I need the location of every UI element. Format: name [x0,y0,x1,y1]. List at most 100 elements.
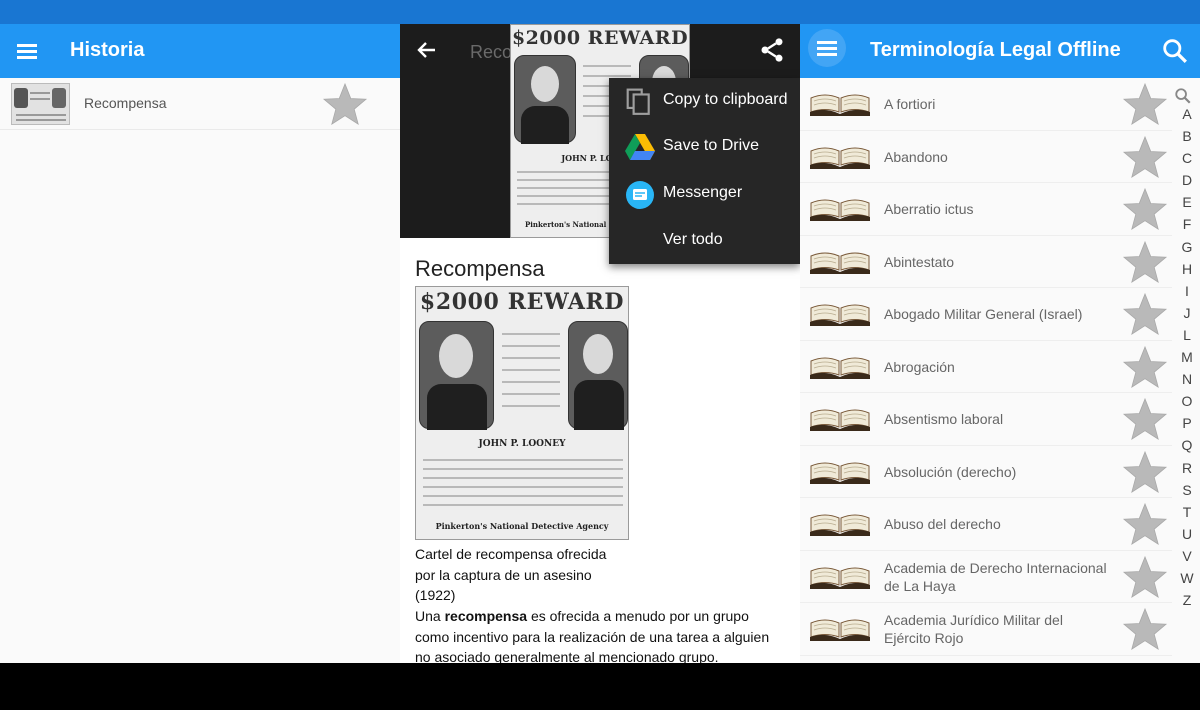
alphabet-letter[interactable]: T [1176,504,1198,526]
term-label-line: Ejército Rojo [884,630,964,646]
favorite-star-icon[interactable] [1122,397,1168,441]
alphabet-letter[interactable]: Q [1176,437,1198,459]
alphabet-letter[interactable]: Z [1176,592,1198,614]
body-text: como incentivo para la realización de un… [415,628,770,645]
alphabet-letter[interactable]: N [1176,371,1198,393]
alphabet-letter[interactable]: E [1176,194,1198,216]
body-text: Una [415,608,445,624]
alphabet-letter[interactable]: P [1176,415,1198,437]
term-label: Abandono [884,148,1120,166]
menu-item-save-drive[interactable]: Save to Drive [609,124,800,170]
alphabet-letter[interactable]: D [1176,172,1198,194]
menu-item-messenger[interactable]: Messenger [609,171,800,217]
book-icon [810,514,870,536]
alphabet-letter[interactable]: H [1176,261,1198,283]
alphabet-letter[interactable]: O [1176,393,1198,415]
term-label: Absentismo laboral [884,410,1120,428]
share-menu: Copy to clipboard Save to Drive Messenge… [609,78,800,264]
messenger-icon [626,181,654,209]
status-bar [0,0,1200,24]
poster-photo-left [419,321,494,430]
term-list-item[interactable]: Abuso del derecho [800,498,1172,551]
poster-headline: $2000 REWARD [419,289,625,315]
favorite-star-icon[interactable] [322,82,368,126]
alphabet-letter[interactable]: R [1176,460,1198,482]
alphabet-letter[interactable]: A [1176,106,1198,128]
list-item-label: Recompensa [84,95,167,111]
menu-item-copy[interactable]: Copy to clipboard [609,78,800,124]
favorite-star-icon[interactable] [1122,607,1168,651]
term-label-line: Abogado Militar General (Israel) [884,306,1083,322]
term-label-line: de La Haya [884,577,956,594]
menu-item-label: Save to Drive [663,137,760,154]
alphabet-letter[interactable]: I [1176,283,1198,305]
favorite-star-icon[interactable] [1122,292,1168,336]
term-label: Academia Jurídico Militar del Ejército Ro… [884,611,1120,647]
term-list-item[interactable]: Absolución (derecho) [800,446,1172,498]
alphabet-letter[interactable]: M [1176,349,1198,371]
share-icon[interactable] [758,36,786,64]
favorite-star-icon[interactable] [1122,502,1168,546]
term-label: Abogado Militar General (Israel) [884,305,1120,323]
app-bar: Historia [0,24,400,78]
poster-name: JOHN P. LOONEY [478,439,566,449]
menu-icon[interactable] [14,38,40,64]
alphabet-letter[interactable]: F [1176,216,1198,238]
list-item[interactable]: Recompensa [0,78,400,130]
back-arrow-icon[interactable] [417,40,437,60]
alphabet-search-icon[interactable] [1174,87,1192,105]
alphabet-letter[interactable]: C [1176,150,1198,172]
favorite-star-icon[interactable] [1122,345,1168,389]
term-label: Abuso del derecho [884,515,1120,533]
favorite-star-icon[interactable] [1122,450,1168,494]
menu-icon [814,35,840,61]
term-label-line: Abintestato [884,253,955,270]
alphabet-letter[interactable]: L [1176,327,1198,349]
alphabet-letter[interactable]: W [1176,570,1198,592]
drive-icon [625,134,655,160]
alphabet-letter[interactable]: J [1176,305,1198,327]
term-label: Absolución (derecho) [884,463,1120,481]
menu-button[interactable] [808,29,846,67]
term-list-item[interactable]: Aberratio ictus [800,183,1172,236]
favorite-star-icon[interactable] [1122,240,1168,284]
term-label-line: Absolución (derecho) [884,463,1017,480]
term-list-item[interactable]: Abrogación [800,341,1172,393]
alphabet-letter[interactable]: V [1176,548,1198,570]
term-label: Aberratio ictus [884,200,1120,218]
book-icon [810,357,870,379]
article-screen: Recompensa $2000 REWARD JOHN P. LOONEY [400,24,800,663]
terminologia-screen: Terminología Legal Offline A fortiori Aba… [800,24,1200,663]
term-label-line: A fortiori [884,96,936,112]
alphabet-letter[interactable]: U [1176,526,1198,548]
term-list-item[interactable]: Academia de Derecho Internacional de La H… [800,551,1172,603]
term-list-item[interactable]: Abintestato [800,236,1172,288]
article-title: Recompensa [415,256,545,281]
term-label: Abrogación [884,358,1120,376]
favorite-star-icon[interactable] [1122,135,1168,179]
term-list-item[interactable]: Abandono [800,131,1172,183]
favorite-star-icon[interactable] [1122,82,1168,126]
poster-photo-left [514,55,576,144]
search-icon[interactable] [1162,38,1188,64]
article-poster-image: $2000 REWARD JOHN P. LOONEY Pinkerton's … [415,286,629,540]
body-bold-term: recompensa [444,608,528,624]
favorite-star-icon[interactable] [1122,187,1168,231]
term-label-line: Abandono [884,148,948,165]
term-list-item[interactable]: A fortiori [800,78,1172,131]
poster-photo-right [568,321,628,430]
term-list-item[interactable]: Absentismo laboral [800,393,1172,446]
app-bar: Terminología Legal Offline [800,24,1200,78]
term-list-item[interactable]: Academia Jurídico Militar del Ejército Ro… [800,603,1172,656]
book-icon [810,94,870,116]
favorite-star-icon[interactable] [1122,555,1168,599]
alphabet-letter[interactable]: S [1176,482,1198,504]
caption-line: Cartel de recompensa ofrecida [415,546,607,562]
menu-item-ver-todo[interactable]: Ver todo [609,218,800,264]
alphabet-letter[interactable]: G [1176,239,1198,261]
book-icon [810,462,870,484]
term-label-line: Abuso del derecho [884,516,1001,532]
book-icon [810,409,870,431]
alphabet-letter[interactable]: B [1176,128,1198,150]
term-list-item[interactable]: Abogado Militar General (Israel) [800,288,1172,341]
